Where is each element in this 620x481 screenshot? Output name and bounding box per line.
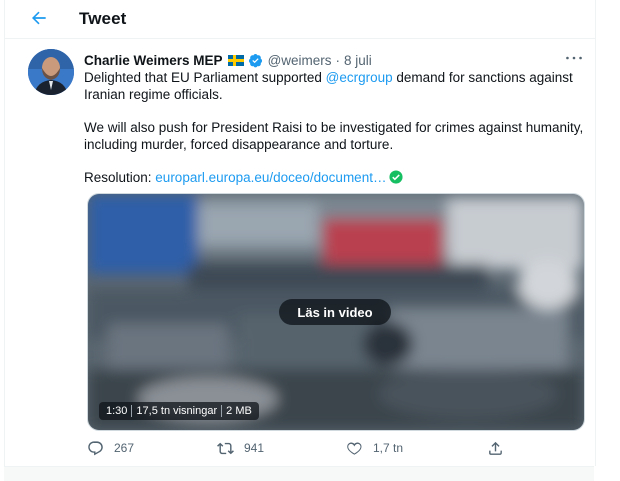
tweet-paragraph-3: Resolution: europarl.europa.eu/doceo/doc…: [84, 169, 584, 186]
reply-count: 267: [114, 441, 135, 455]
author-row: Charlie Weimers MEP @weimers · 8 juli: [84, 51, 584, 69]
tweet-date[interactable]: 8 juli: [344, 53, 372, 68]
back-button[interactable]: [27, 6, 51, 30]
mention-link[interactable]: @ecrgroup: [326, 70, 393, 85]
video-views: 17,5 tn visningar: [136, 405, 218, 417]
share-button[interactable]: [487, 437, 504, 459]
verified-badge-icon: [248, 53, 262, 67]
retweet-icon: [217, 442, 234, 454]
author-handle[interactable]: @weimers: [268, 53, 332, 68]
author-display-name[interactable]: Charlie Weimers MEP: [84, 53, 223, 68]
page-title: Tweet: [79, 9, 127, 28]
reply-icon: [88, 440, 103, 455]
more-icon: [566, 56, 582, 60]
load-video-button[interactable]: Läs in video: [279, 299, 391, 325]
more-options-button[interactable]: [563, 50, 585, 66]
tweet-paragraph-1: Delighted that EU Parliament supported @…: [84, 69, 584, 103]
tweet-header: Tweet: [5, 0, 595, 39]
text-segment: Delighted that EU Parliament supported: [84, 70, 326, 85]
retweet-count: 941: [244, 441, 265, 455]
tweet-text: Delighted that EU Parliament supported @…: [84, 69, 584, 186]
share-icon: [489, 441, 502, 455]
retweet-button[interactable]: 941: [217, 437, 264, 459]
reply-button[interactable]: 267: [87, 437, 134, 459]
back-arrow-icon: [32, 11, 46, 25]
action-bar: 267 941 1,7 tn: [5, 437, 595, 459]
video-duration: 1:30: [106, 405, 128, 417]
video-size: 2 MB: [226, 405, 252, 417]
author-photo: [28, 49, 74, 95]
check-circle-icon: [389, 170, 404, 184]
avatar[interactable]: [28, 49, 74, 95]
like-count: 1,7 tn: [373, 441, 404, 455]
bottom-divider: [4, 466, 594, 481]
video-stats: 1:30 17,5 tn visningar 2 MB: [99, 402, 259, 420]
tweet-column: Tweet Charlie Weimers MEP @weimers · 8 j…: [4, 0, 596, 466]
resolution-link[interactable]: europarl.europa.eu/doceo/document…: [155, 170, 386, 185]
tweet-paragraph-2: We will also push for President Raisi to…: [84, 120, 584, 152]
resolution-label: Resolution:: [84, 170, 156, 185]
sweden-flag-icon: [227, 54, 244, 66]
separator-dot: ·: [335, 52, 341, 68]
heart-icon: [347, 441, 362, 455]
like-button[interactable]: 1,7 tn: [346, 437, 403, 459]
